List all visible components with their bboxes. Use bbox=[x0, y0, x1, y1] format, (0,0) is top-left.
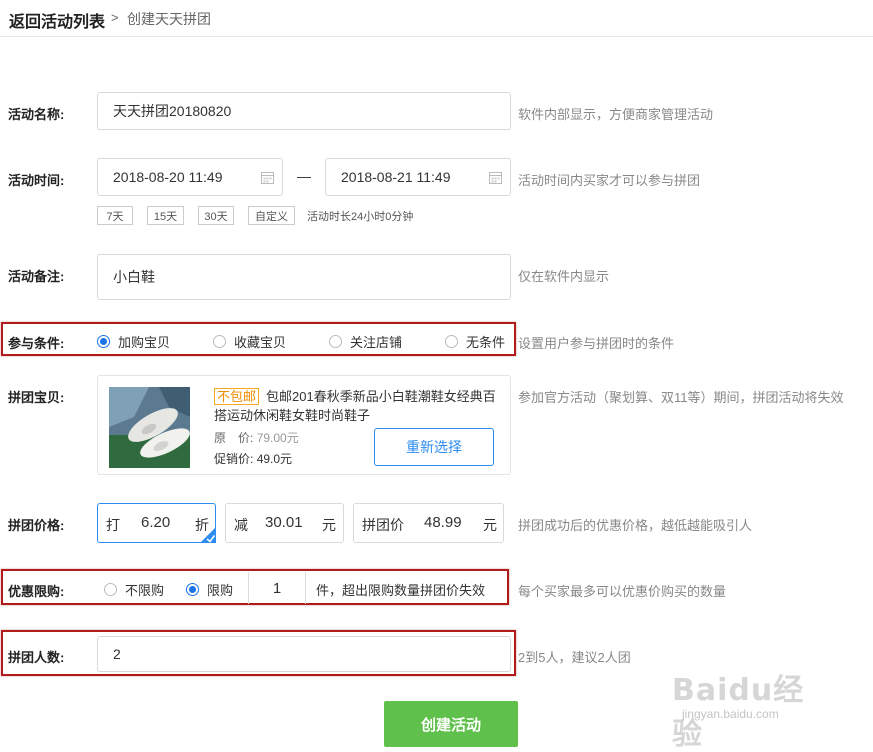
radio-checked-icon bbox=[97, 335, 110, 348]
group-size-hint: 2到5人，建议2人团 bbox=[518, 650, 631, 665]
activity-remark-input[interactable]: 小白鞋 bbox=[97, 254, 511, 300]
baidu-jingyan-watermark: Baidu经验 jingyan.baidu.com bbox=[660, 655, 830, 752]
back-to-list-link[interactable]: 返回活动列表 bbox=[9, 8, 105, 32]
end-time-value: 2018-08-21 11:49 bbox=[341, 169, 451, 185]
condition-hint: 设置用户参与拼团时的条件 bbox=[518, 336, 675, 351]
condition-option-favorite[interactable]: 收藏宝贝 bbox=[213, 332, 286, 351]
group-size-label: 拼团人数: bbox=[8, 650, 65, 665]
radio-icon bbox=[329, 335, 342, 348]
end-time-input[interactable]: 2018-08-21 11:49 bbox=[325, 158, 511, 196]
promo-price-label: 促销价: bbox=[214, 452, 254, 466]
activity-time-hint: 活动时间内买家才可以参与拼团 bbox=[518, 173, 701, 188]
breadcrumb-separator: > bbox=[111, 10, 119, 25]
breadcrumb-current: 创建天天拼团 bbox=[127, 11, 211, 27]
original-price-value: 79.00元 bbox=[256, 431, 299, 445]
activity-name-label: 活动名称: bbox=[8, 107, 65, 122]
product-hint: 参加官方活动（聚划算、双11等）期间，拼团活动将失效 bbox=[518, 390, 844, 405]
activity-time-label: 活动时间: bbox=[8, 173, 65, 188]
limit-quantity-input[interactable]: 1 bbox=[248, 572, 306, 604]
discount-rate-input[interactable]: 打 6.20 折 bbox=[97, 503, 216, 543]
promo-price-value: 49.0元 bbox=[256, 452, 293, 466]
activity-name-hint: 软件内部显示，方便商家管理活动 bbox=[518, 107, 714, 122]
top-bar: 返回活动列表 > 创建天天拼团 bbox=[0, 0, 873, 37]
discount-prefix: 打 bbox=[106, 517, 120, 533]
condition-option-label: 无条件 bbox=[466, 335, 506, 350]
radio-icon bbox=[445, 335, 458, 348]
group-price-value: 48.99 bbox=[424, 514, 462, 531]
promo-price-line: 促销价: 49.0元 bbox=[214, 450, 292, 467]
product-label: 拼团宝贝: bbox=[8, 390, 65, 405]
watermark-url: jingyan.baidu.com bbox=[682, 707, 779, 721]
group-size-value: 2 bbox=[113, 646, 121, 662]
group-price-label: 拼团价格: bbox=[8, 518, 65, 533]
minus-prefix: 减 bbox=[234, 517, 248, 533]
create-activity-button[interactable]: 创建活动 bbox=[384, 701, 518, 747]
preset-15-days-button[interactable]: 15天 bbox=[147, 206, 184, 225]
time-range-dash: — bbox=[297, 168, 311, 184]
group-price-input[interactable]: 拼团价 48.99 元 bbox=[353, 503, 504, 543]
reselect-product-button[interactable]: 重新选择 bbox=[374, 428, 494, 466]
group-price-suffix: 元 bbox=[483, 517, 497, 533]
preset-7-days-button[interactable]: 7天 bbox=[97, 206, 133, 225]
condition-option-label: 加购宝贝 bbox=[118, 335, 171, 350]
minus-amount-input[interactable]: 减 30.01 元 bbox=[225, 503, 344, 543]
calendar-icon bbox=[261, 172, 274, 184]
original-price-label: 原 价: bbox=[214, 431, 254, 445]
condition-option-label: 收藏宝贝 bbox=[234, 335, 287, 350]
preset-30-days-button[interactable]: 30天 bbox=[198, 206, 234, 225]
radio-checked-icon bbox=[186, 583, 199, 596]
start-time-value: 2018-08-20 11:49 bbox=[113, 169, 223, 185]
purchase-limit-label: 优惠限购: bbox=[8, 584, 65, 599]
radio-icon bbox=[213, 335, 226, 348]
original-price-line: 原 价: 79.00元 bbox=[214, 429, 299, 446]
condition-label: 参与条件: bbox=[8, 336, 65, 351]
purchase-limit-hint: 每个买家最多可以优惠价购买的数量 bbox=[518, 584, 727, 599]
limit-option-limited[interactable]: 限购 bbox=[186, 580, 233, 599]
watermark-logo: Baidu经验 bbox=[672, 673, 805, 752]
selected-check-icon bbox=[200, 527, 216, 543]
group-size-input[interactable]: 2 bbox=[97, 636, 511, 672]
calendar-icon bbox=[489, 172, 502, 184]
minus-suffix: 元 bbox=[322, 517, 336, 533]
product-card: 不包邮 包邮201春秋季新品小白鞋潮鞋女经典百搭运动休闲鞋女鞋时尚鞋子 原 价:… bbox=[97, 375, 511, 475]
condition-option-label: 关注店铺 bbox=[350, 335, 403, 350]
group-price-hint: 拼团成功后的优惠价格，越低越能吸引人 bbox=[518, 518, 753, 533]
activity-remark-label: 活动备注: bbox=[8, 269, 65, 284]
product-image bbox=[109, 387, 190, 468]
condition-option-follow-shop[interactable]: 关注店铺 bbox=[329, 332, 402, 351]
condition-option-add-cart[interactable]: 加购宝贝 bbox=[97, 332, 170, 351]
radio-icon bbox=[104, 583, 117, 596]
duration-text: 活动时长24小时0分钟 bbox=[307, 211, 414, 223]
activity-name-input[interactable]: 天天拼团20180820 bbox=[97, 92, 511, 130]
group-price-prefix: 拼团价 bbox=[362, 517, 404, 533]
minus-value: 30.01 bbox=[265, 514, 303, 531]
activity-remark-value: 小白鞋 bbox=[113, 269, 155, 285]
product-title: 包邮201春秋季新品小白鞋潮鞋女经典百搭运动休闲鞋女鞋时尚鞋子 bbox=[214, 389, 496, 423]
limit-option-unlimited[interactable]: 不限购 bbox=[104, 580, 164, 599]
discount-value: 6.20 bbox=[141, 514, 171, 531]
activity-name-value: 天天拼团20180820 bbox=[113, 103, 232, 119]
condition-option-none[interactable]: 无条件 bbox=[445, 332, 505, 351]
preset-custom-button[interactable]: 自定义 bbox=[248, 206, 295, 225]
limit-quantity-suffix: 件，超出限购数量拼团价失效 bbox=[316, 583, 486, 598]
start-time-input[interactable]: 2018-08-20 11:49 bbox=[97, 158, 283, 196]
limit-option-label: 不限购 bbox=[125, 583, 165, 598]
limit-option-label: 限购 bbox=[207, 583, 234, 598]
activity-remark-hint: 仅在软件内显示 bbox=[518, 269, 610, 284]
